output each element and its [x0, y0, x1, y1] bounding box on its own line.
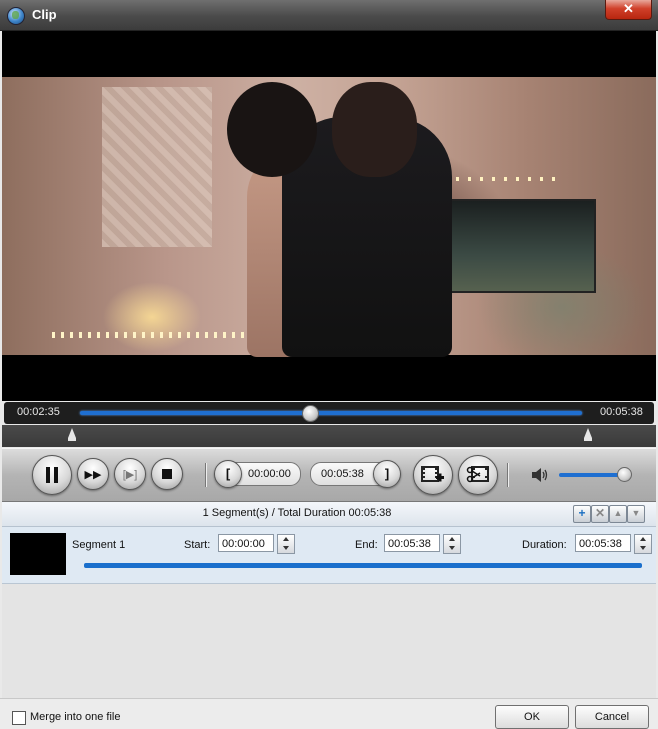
clip-end-time-box[interactable]: 00:05:38 ]: [310, 460, 401, 488]
split-segment-button[interactable]: [458, 455, 498, 495]
segment-end-field[interactable]: 00:05:38: [384, 534, 440, 552]
next-frame-icon: [▶]: [122, 468, 138, 481]
end-marker-icon[interactable]: [584, 428, 592, 441]
segment-start-field[interactable]: 00:00:00: [218, 534, 274, 552]
clip-start-time: 00:00:00: [248, 468, 291, 480]
clip-marker-strip[interactable]: [2, 425, 656, 447]
close-button[interactable]: ✕: [605, 0, 652, 20]
dialog-footer: Merge into one file OK Cancel: [0, 698, 658, 729]
segment-start-stepper[interactable]: [277, 534, 295, 554]
video-preview: [2, 31, 656, 401]
total-time: 00:05:38: [600, 406, 643, 418]
fast-forward-button[interactable]: ▶▶: [77, 458, 109, 490]
merge-label[interactable]: Merge into one file: [30, 711, 121, 723]
current-time: 00:02:35: [17, 406, 60, 418]
stop-button[interactable]: [151, 458, 183, 490]
seek-knob[interactable]: [302, 405, 320, 422]
ok-button[interactable]: OK: [495, 705, 569, 729]
set-start-button[interactable]: [: [214, 460, 242, 488]
move-down-icon[interactable]: ▼: [627, 505, 645, 523]
add-segment-icon[interactable]: +: [573, 505, 591, 523]
add-segment-button[interactable]: [413, 455, 453, 495]
delete-segment-icon[interactable]: ✕: [591, 505, 609, 523]
window-title: Clip: [32, 7, 57, 22]
seek-bar[interactable]: 00:02:35 00:05:38: [4, 402, 654, 424]
globe-icon: [7, 7, 25, 25]
start-marker-icon[interactable]: [68, 428, 76, 441]
volume-slider-knob[interactable]: [616, 467, 632, 482]
volume-slider-track[interactable]: [559, 473, 623, 477]
seek-track[interactable]: [80, 411, 582, 415]
pause-button[interactable]: [32, 455, 72, 495]
title-bar: Clip ✕: [0, 0, 658, 31]
merge-checkbox[interactable]: [12, 711, 26, 725]
segment-range-bar: [84, 563, 642, 568]
segment-list-empty-area: [2, 584, 656, 698]
clip-end-time: 00:05:38: [321, 468, 364, 480]
segment-list-header: 1 Segment(s) / Total Duration 00:05:38 +…: [2, 502, 656, 527]
segment-summary: 1 Segment(s) / Total Duration 00:05:38: [202, 507, 392, 519]
stop-icon: [162, 469, 172, 479]
segment-duration-stepper[interactable]: [634, 534, 652, 554]
video-frame: [2, 77, 656, 357]
move-up-icon[interactable]: ▲: [609, 505, 627, 523]
end-label: End:: [355, 539, 378, 551]
next-frame-button[interactable]: [▶]: [114, 458, 146, 490]
segment-duration-field[interactable]: 00:05:38: [575, 534, 631, 552]
fast-forward-icon: ▶▶: [84, 468, 102, 481]
film-add-icon: [421, 466, 444, 482]
cancel-button[interactable]: Cancel: [575, 705, 649, 729]
film-scissors-icon: [466, 466, 489, 483]
start-label: Start:: [184, 539, 211, 551]
volume-icon[interactable]: [531, 467, 549, 483]
segment-row[interactable]: Segment 1 Start: 00:00:00 End: 00:05:38 …: [2, 527, 656, 584]
segment-end-stepper[interactable]: [443, 534, 461, 554]
duration-label: Duration:: [522, 539, 567, 551]
set-end-button[interactable]: ]: [373, 460, 401, 488]
control-bar: ▶▶ [▶] [ 00:00:00 00:05:38 ]: [2, 448, 656, 502]
segment-thumbnail: [10, 533, 66, 575]
clip-start-time-box[interactable]: [ 00:00:00: [214, 460, 301, 488]
segment-name: Segment 1: [72, 539, 126, 551]
